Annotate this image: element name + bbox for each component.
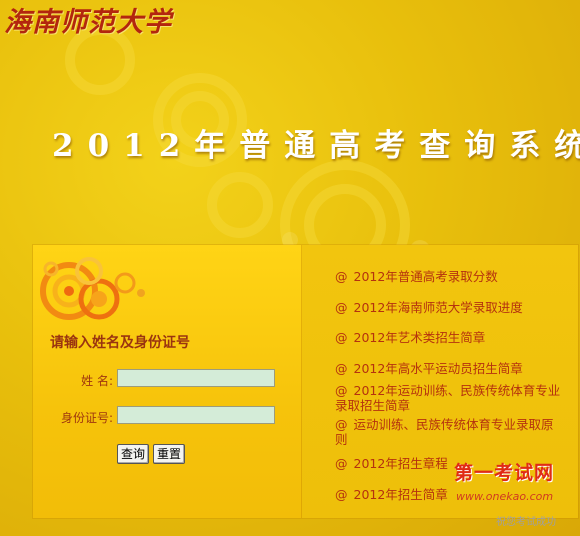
watermark: 第一考试网 www.onekao.com 祝您考试成功 (446, 458, 576, 530)
name-input[interactable] (117, 369, 275, 387)
query-form: 请输入姓名及身份证号 姓 名: 身份证号: 查询 重置 (33, 245, 302, 518)
reset-button[interactable]: 重置 (153, 444, 186, 464)
page-title: 2012年普通高考查询系统 (52, 128, 580, 164)
link-art-enrollment[interactable]: @2012年艺术类招生简章 (335, 330, 565, 345)
name-label: 姓 名: (81, 374, 113, 388)
link-admission-scores[interactable]: @2012年普通高考录取分数 (335, 269, 565, 284)
at-icon: @ (335, 456, 348, 471)
at-icon: @ (335, 487, 348, 502)
at-icon: @ (335, 330, 348, 345)
link-sports-admission[interactable]: @2012年运动训练、民族传统体育专业录取招生简章 (335, 383, 565, 413)
form-title: 请输入姓名及身份证号 (50, 335, 190, 351)
watermark-url: www.onekao.com (456, 490, 554, 503)
link-athlete-enrollment[interactable]: @2012年高水平运动员招生简章 (335, 361, 565, 376)
watermark-wish: 祝您考试成功 (496, 517, 556, 528)
watermark-title: 第一考试网 (454, 462, 555, 484)
id-label: 身份证号: (60, 411, 113, 425)
at-icon: @ (335, 383, 348, 398)
link-sports-principles[interactable]: @ 运动训练、民族传统体育专业录取原则 (335, 417, 565, 447)
query-button[interactable]: 查询 (117, 444, 150, 464)
id-number-input[interactable] (117, 406, 275, 424)
university-logo: 海南师范大学 (4, 7, 172, 38)
link-admission-progress[interactable]: @2012年海南师范大学录取进度 (335, 300, 565, 315)
at-icon: @ (335, 417, 348, 432)
at-icon: @ (335, 269, 348, 284)
at-icon: @ (335, 300, 348, 315)
at-icon: @ (335, 361, 348, 376)
circles-decoration-icon (40, 257, 145, 320)
